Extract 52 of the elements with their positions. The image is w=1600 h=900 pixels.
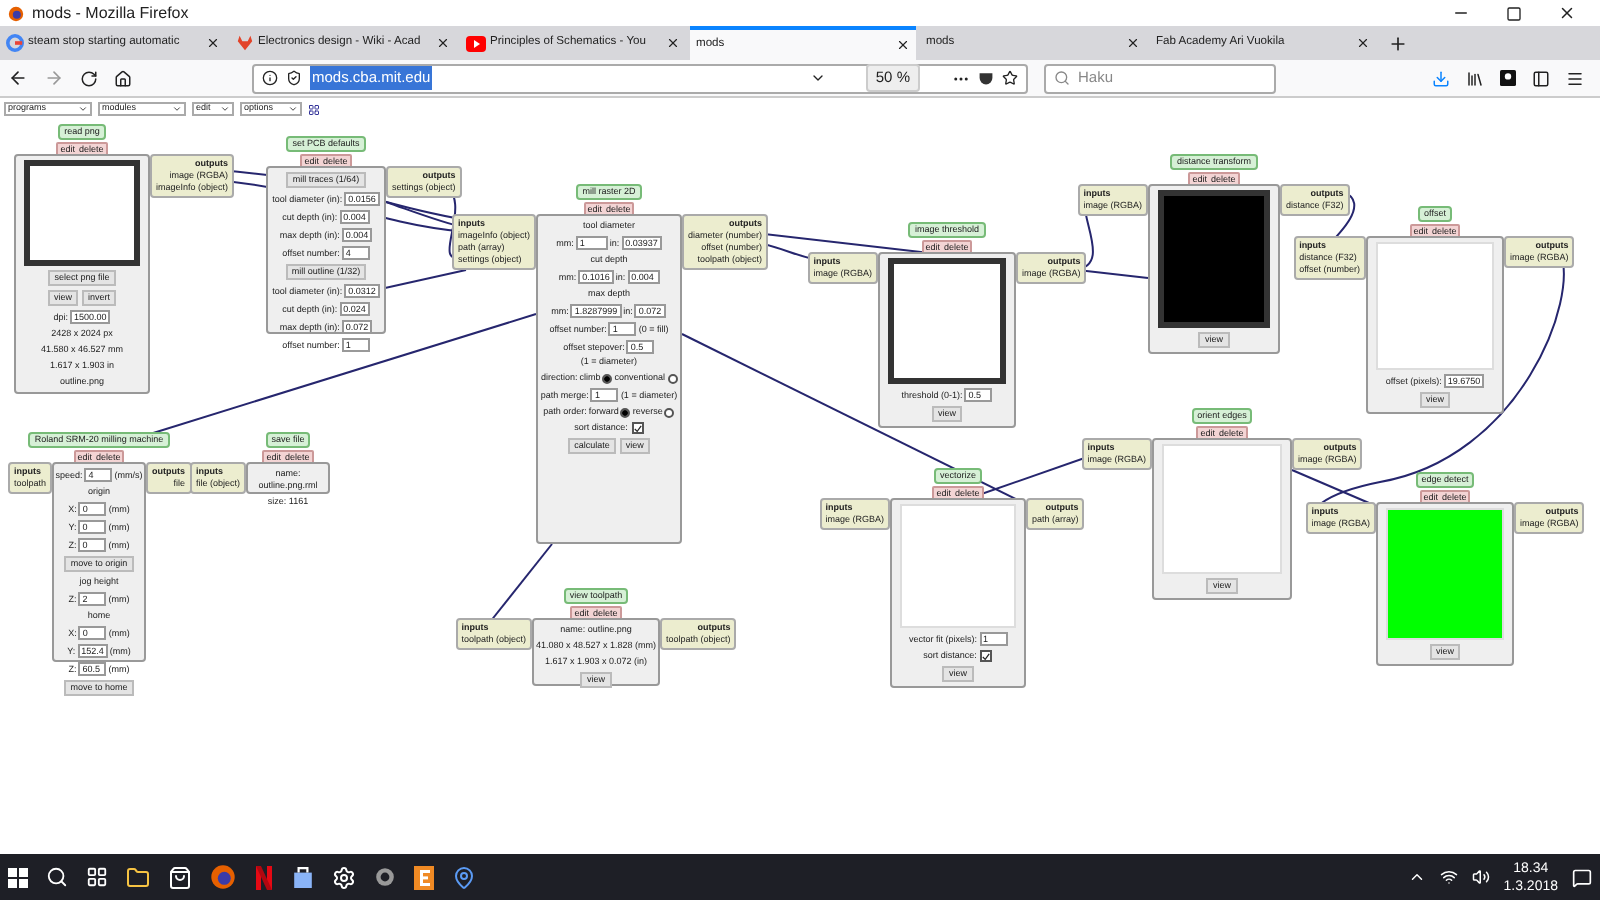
wire	[489, 543, 553, 623]
new-tab-icon[interactable]	[1388, 33, 1408, 53]
map-pin-icon[interactable]	[452, 865, 476, 889]
window-title: mods - Mozilla Firefox	[32, 1, 189, 25]
film-app-icon[interactable]	[254, 865, 274, 889]
search-icon[interactable]	[46, 866, 68, 888]
settings-icon[interactable]	[332, 865, 356, 889]
task-view-icon[interactable]	[86, 866, 108, 888]
reload-icon[interactable]	[80, 69, 98, 87]
close-icon[interactable]	[1558, 4, 1576, 22]
forward-icon[interactable]	[44, 68, 64, 88]
play-icon	[466, 35, 486, 51]
firefox-icon[interactable]	[210, 864, 236, 890]
sidebar-icon[interactable]	[1532, 69, 1550, 87]
grid-icon[interactable]	[308, 103, 320, 115]
menu-icon[interactable]	[1566, 69, 1584, 87]
checkbox[interactable]	[631, 422, 644, 434]
download-icon[interactable]	[1432, 69, 1450, 87]
notifications-icon[interactable]	[1572, 867, 1592, 887]
info-icon[interactable]	[262, 70, 278, 86]
close-icon[interactable]	[666, 36, 680, 50]
home-icon[interactable]	[114, 69, 132, 87]
volume-icon[interactable]	[1471, 868, 1490, 886]
windows-icon[interactable]	[8, 867, 28, 887]
checkbox[interactable]	[980, 650, 993, 662]
library-icon[interactable]	[1466, 69, 1484, 87]
network-icon[interactable]	[1439, 868, 1458, 886]
bookmark-star-icon[interactable]	[1002, 70, 1018, 86]
page-icon[interactable]	[286, 70, 302, 86]
app-icon[interactable]	[374, 866, 396, 888]
folder-icon[interactable]	[126, 865, 150, 889]
bag-icon[interactable]	[292, 866, 314, 888]
firefox-icon	[8, 5, 24, 21]
close-icon[interactable]	[896, 38, 910, 52]
search-icon	[1054, 70, 1070, 86]
radio-button[interactable]	[620, 407, 631, 417]
close-icon[interactable]	[436, 36, 450, 50]
radio-button[interactable]	[602, 373, 613, 383]
pocket-icon[interactable]	[978, 70, 994, 86]
fox-icon	[236, 34, 254, 52]
google-icon	[6, 34, 24, 52]
close-icon[interactable]	[1356, 36, 1370, 50]
extension-icon[interactable]	[1500, 70, 1516, 86]
maximize-icon[interactable]	[1506, 5, 1522, 21]
back-icon[interactable]	[8, 68, 28, 88]
radio-button[interactable]	[664, 407, 675, 417]
close-icon[interactable]	[206, 36, 220, 50]
radio-button[interactable]	[667, 373, 678, 383]
store-icon[interactable]	[168, 865, 192, 889]
close-icon[interactable]	[1126, 36, 1140, 50]
dropdown-icon[interactable]	[809, 70, 826, 86]
editor-app-icon[interactable]	[414, 865, 434, 889]
